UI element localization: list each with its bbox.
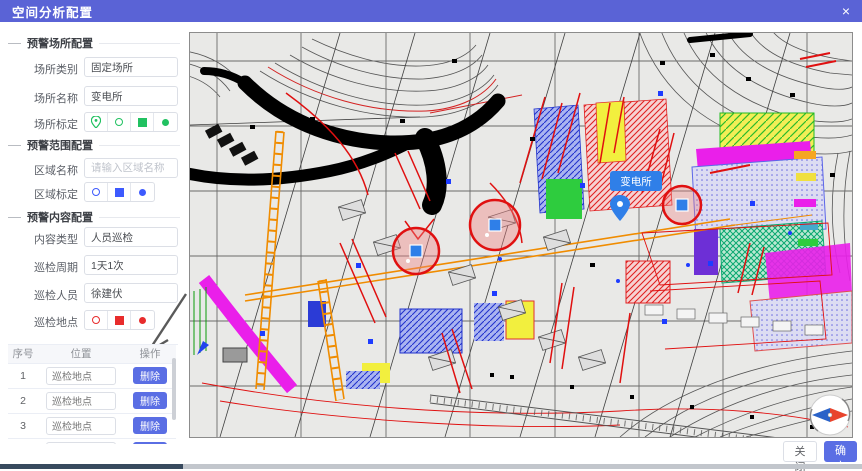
section-content-title: 预警内容配置 — [27, 209, 93, 225]
compass-icon[interactable] — [810, 395, 850, 435]
section-rule — [99, 217, 180, 218]
col-header-no: 序号 — [8, 345, 38, 363]
delete-button[interactable]: 删除 — [133, 367, 167, 384]
map-drawing: 变电所 — [190, 33, 852, 437]
row-index: 4 — [8, 438, 38, 444]
place-name-input[interactable] — [84, 86, 178, 106]
point-location-input[interactable] — [46, 442, 116, 445]
region-name-input[interactable] — [84, 158, 178, 178]
collapse-dash-icon[interactable] — [8, 145, 21, 146]
close-icon[interactable]: × — [842, 4, 850, 18]
row-index: 2 — [8, 388, 38, 413]
place-mark-label: 场所标定 — [8, 116, 78, 132]
dialog-title: 空间分析配置 — [12, 2, 93, 21]
section-range-title: 预警范围配置 — [27, 137, 93, 153]
patrol-points-table: 序号 位置 操作 1 删除 2 删除 3 删除 4 删除 — [8, 344, 178, 444]
collapse-dash-icon[interactable] — [8, 43, 21, 44]
collapse-dash-icon[interactable] — [8, 217, 21, 218]
delete-button[interactable]: 删除 — [133, 417, 167, 434]
place-type-label: 场所类别 — [8, 61, 78, 77]
section-place: 预警场所配置 — [8, 36, 180, 50]
region-name-label: 区域名称 — [8, 162, 78, 178]
square-icon[interactable] — [108, 183, 131, 201]
table-row: 1 删除 — [8, 363, 176, 388]
patrol-person-label: 巡检人员 — [8, 287, 78, 303]
patrol-cycle-input[interactable] — [84, 255, 178, 275]
content-type-input[interactable] — [84, 227, 178, 247]
table-header-row: 序号 位置 操作 — [8, 345, 176, 363]
circle-outline-icon[interactable] — [108, 113, 131, 131]
map-canvas[interactable]: 变电所 — [190, 33, 852, 437]
close-button[interactable]: 关闭 — [783, 441, 817, 462]
section-rule — [99, 43, 180, 44]
patrol-points-label: 巡检地点 — [8, 314, 78, 330]
patrol-person-input[interactable] — [84, 283, 178, 303]
pin-icon[interactable] — [85, 113, 108, 131]
delete-button[interactable]: 删除 — [133, 442, 167, 444]
row-index: 3 — [8, 413, 38, 438]
section-rule — [99, 145, 180, 146]
confirm-button[interactable]: 确定 — [824, 441, 857, 462]
place-name-label: 场所名称 — [8, 90, 78, 106]
point-location-input[interactable] — [46, 392, 116, 410]
square-icon[interactable] — [131, 113, 154, 131]
region-mark-toolbar — [84, 182, 155, 202]
square-icon[interactable] — [108, 311, 131, 329]
table-row: 4 删除 — [8, 438, 176, 444]
delete-button[interactable]: 删除 — [133, 392, 167, 409]
table-scrollbar[interactable] — [172, 358, 176, 420]
circle-outline-icon[interactable] — [85, 183, 108, 201]
dot-icon[interactable] — [131, 183, 154, 201]
region-mark-label: 区域标定 — [8, 186, 78, 202]
spatial-analysis-dialog: 空间分析配置 × 预警场所配置 场所类别 场所名称 场所标定 预警范围配置 区域… — [0, 0, 862, 471]
circle-outline-icon[interactable] — [85, 311, 108, 329]
section-range: 预警范围配置 — [8, 138, 180, 152]
section-content: 预警内容配置 — [8, 210, 180, 224]
dot-icon[interactable] — [131, 311, 154, 329]
site-plan-map[interactable]: 变电所 — [189, 32, 853, 438]
patrol-points-toolbar — [84, 310, 155, 330]
dot-icon[interactable] — [154, 113, 177, 131]
place-type-input[interactable] — [84, 57, 178, 77]
point-location-input[interactable] — [46, 417, 116, 435]
section-place-title: 预警场所配置 — [27, 35, 93, 51]
dialog-titlebar: 空间分析配置 × — [0, 0, 862, 22]
col-header-location: 位置 — [38, 345, 124, 363]
table-row: 2 删除 — [8, 388, 176, 413]
content-type-label: 内容类型 — [8, 231, 78, 247]
substation-marker-label: 变电所 — [620, 175, 652, 188]
place-mark-toolbar — [84, 112, 178, 132]
horizontal-scrollbar[interactable] — [0, 464, 862, 469]
col-header-action: 操作 — [124, 345, 176, 363]
scrollbar-thumb[interactable] — [0, 464, 183, 469]
point-location-input[interactable] — [46, 367, 116, 385]
patrol-cycle-label: 巡检周期 — [8, 259, 78, 275]
table-row: 3 删除 — [8, 413, 176, 438]
row-index: 1 — [8, 363, 38, 388]
